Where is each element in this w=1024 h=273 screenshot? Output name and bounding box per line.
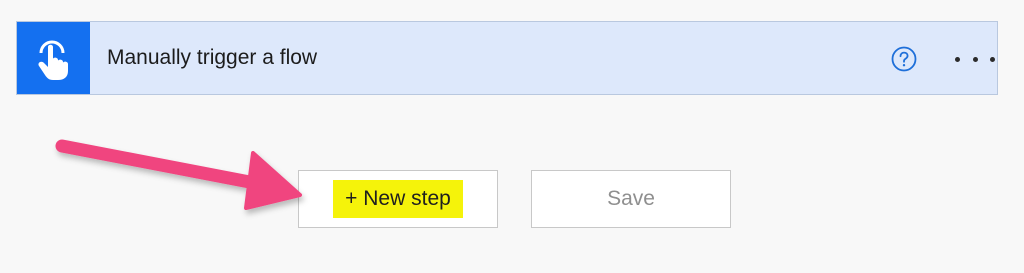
help-circle-icon[interactable] <box>891 46 917 72</box>
save-label: Save <box>607 187 655 210</box>
ellipsis-dot <box>990 56 995 62</box>
trigger-card[interactable]: Manually trigger a flow <box>16 21 998 95</box>
save-button[interactable]: Save <box>531 170 731 228</box>
touch-hand-icon <box>37 40 68 80</box>
new-step-button[interactable]: + New step <box>298 170 498 228</box>
ellipsis-icon[interactable] <box>955 48 995 70</box>
trigger-title: Manually trigger a flow <box>107 46 318 69</box>
ellipsis-dot <box>972 56 978 62</box>
trigger-icon-box <box>17 22 90 94</box>
ellipsis-dot <box>955 56 960 62</box>
new-step-label: + New step <box>333 180 463 218</box>
